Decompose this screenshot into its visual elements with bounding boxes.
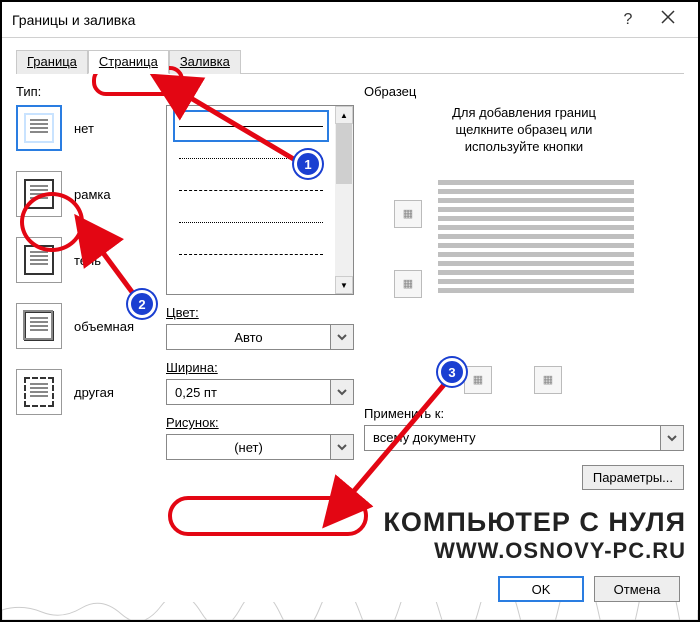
apply-to-label: Применить к:	[364, 406, 684, 421]
options-button[interactable]: Параметры...	[582, 465, 684, 490]
torn-edge-decoration	[2, 602, 698, 620]
border-top-button[interactable]: ▦	[394, 200, 422, 228]
style-dash-dot[interactable]	[173, 206, 329, 238]
close-button[interactable]	[648, 10, 688, 29]
setting-3d-label: объемная	[74, 319, 134, 334]
style-list[interactable]: ▲ ▼	[166, 105, 354, 295]
setting-custom-label: другая	[74, 385, 114, 400]
preview-label: Образец	[364, 84, 684, 99]
dialog-title: Границы и заливка	[12, 12, 608, 28]
preview-page-icon[interactable]	[434, 176, 638, 324]
tab-page[interactable]: Страница	[88, 50, 169, 74]
dialog-footer: OK Отмена	[498, 576, 680, 602]
border-right-button[interactable]: ▦	[534, 366, 562, 394]
setting-column: Тип: нет рамка тень объемная другая	[16, 84, 156, 490]
style-solid[interactable]	[173, 110, 329, 142]
style-dotted-fine[interactable]	[173, 142, 329, 174]
chevron-down-icon	[667, 433, 677, 443]
border-bottom-button[interactable]: ▦	[464, 366, 492, 394]
chevron-down-icon	[337, 387, 347, 397]
art-dropdown-button[interactable]	[330, 434, 354, 460]
style-label: Тип:	[166, 84, 354, 99]
help-button[interactable]: ?	[608, 11, 648, 29]
apply-to-button[interactable]	[660, 425, 684, 451]
setting-shadow[interactable]: тень	[16, 237, 156, 283]
setting-none-label: нет	[74, 121, 94, 136]
scroll-thumb[interactable]	[336, 124, 352, 184]
scroll-up-icon[interactable]: ▲	[335, 106, 353, 124]
color-label: Цвет:	[166, 305, 354, 320]
scroll-down-icon[interactable]: ▼	[335, 276, 353, 294]
setting-box-label: рамка	[74, 187, 111, 202]
title-bar: Границы и заливка ?	[2, 2, 698, 38]
width-label: Ширина:	[166, 360, 354, 375]
tab-strip: Граница Страница Заливка	[2, 38, 698, 74]
color-dropdown[interactable]: Авто	[166, 324, 354, 350]
apply-to-dropdown[interactable]: всему документу	[364, 425, 684, 451]
color-dropdown-button[interactable]	[330, 324, 354, 350]
style-scrollbar[interactable]: ▲ ▼	[335, 106, 353, 294]
preview-column: Образец Для добавления границ щелкните о…	[364, 84, 684, 490]
setting-3d[interactable]: объемная	[16, 303, 156, 349]
preview-diagram: ▦ ▦ ▦ ▦	[364, 170, 684, 340]
width-dropdown[interactable]: 0,25 пт	[166, 379, 354, 405]
setting-label: Тип:	[16, 84, 156, 99]
tab-shading[interactable]: Заливка	[169, 50, 241, 74]
setting-box[interactable]: рамка	[16, 171, 156, 217]
setting-custom[interactable]: другая	[16, 369, 156, 415]
setting-none[interactable]: нет	[16, 105, 156, 151]
watermark: КОМПЬЮТЕР С НУЛЯ WWW.OSNOVY-PC.RU	[383, 507, 686, 564]
chevron-down-icon	[337, 332, 347, 342]
width-dropdown-button[interactable]	[330, 379, 354, 405]
art-label: Рисунок:	[166, 415, 354, 430]
style-column: Тип: ▲ ▼ Цвет: Авто	[166, 84, 354, 490]
art-dropdown[interactable]: (нет)	[166, 434, 354, 460]
setting-shadow-label: тень	[74, 253, 101, 268]
ok-button[interactable]: OK	[498, 576, 584, 602]
cancel-button[interactable]: Отмена	[594, 576, 680, 602]
chevron-down-icon	[337, 442, 347, 452]
tab-border[interactable]: Граница	[16, 50, 88, 74]
border-left-button[interactable]: ▦	[394, 270, 422, 298]
style-dash-long[interactable]	[173, 238, 329, 270]
style-dashed[interactable]	[173, 174, 329, 206]
preview-hint: Для добавления границ щелкните образец и…	[364, 105, 684, 156]
close-icon	[661, 10, 675, 24]
